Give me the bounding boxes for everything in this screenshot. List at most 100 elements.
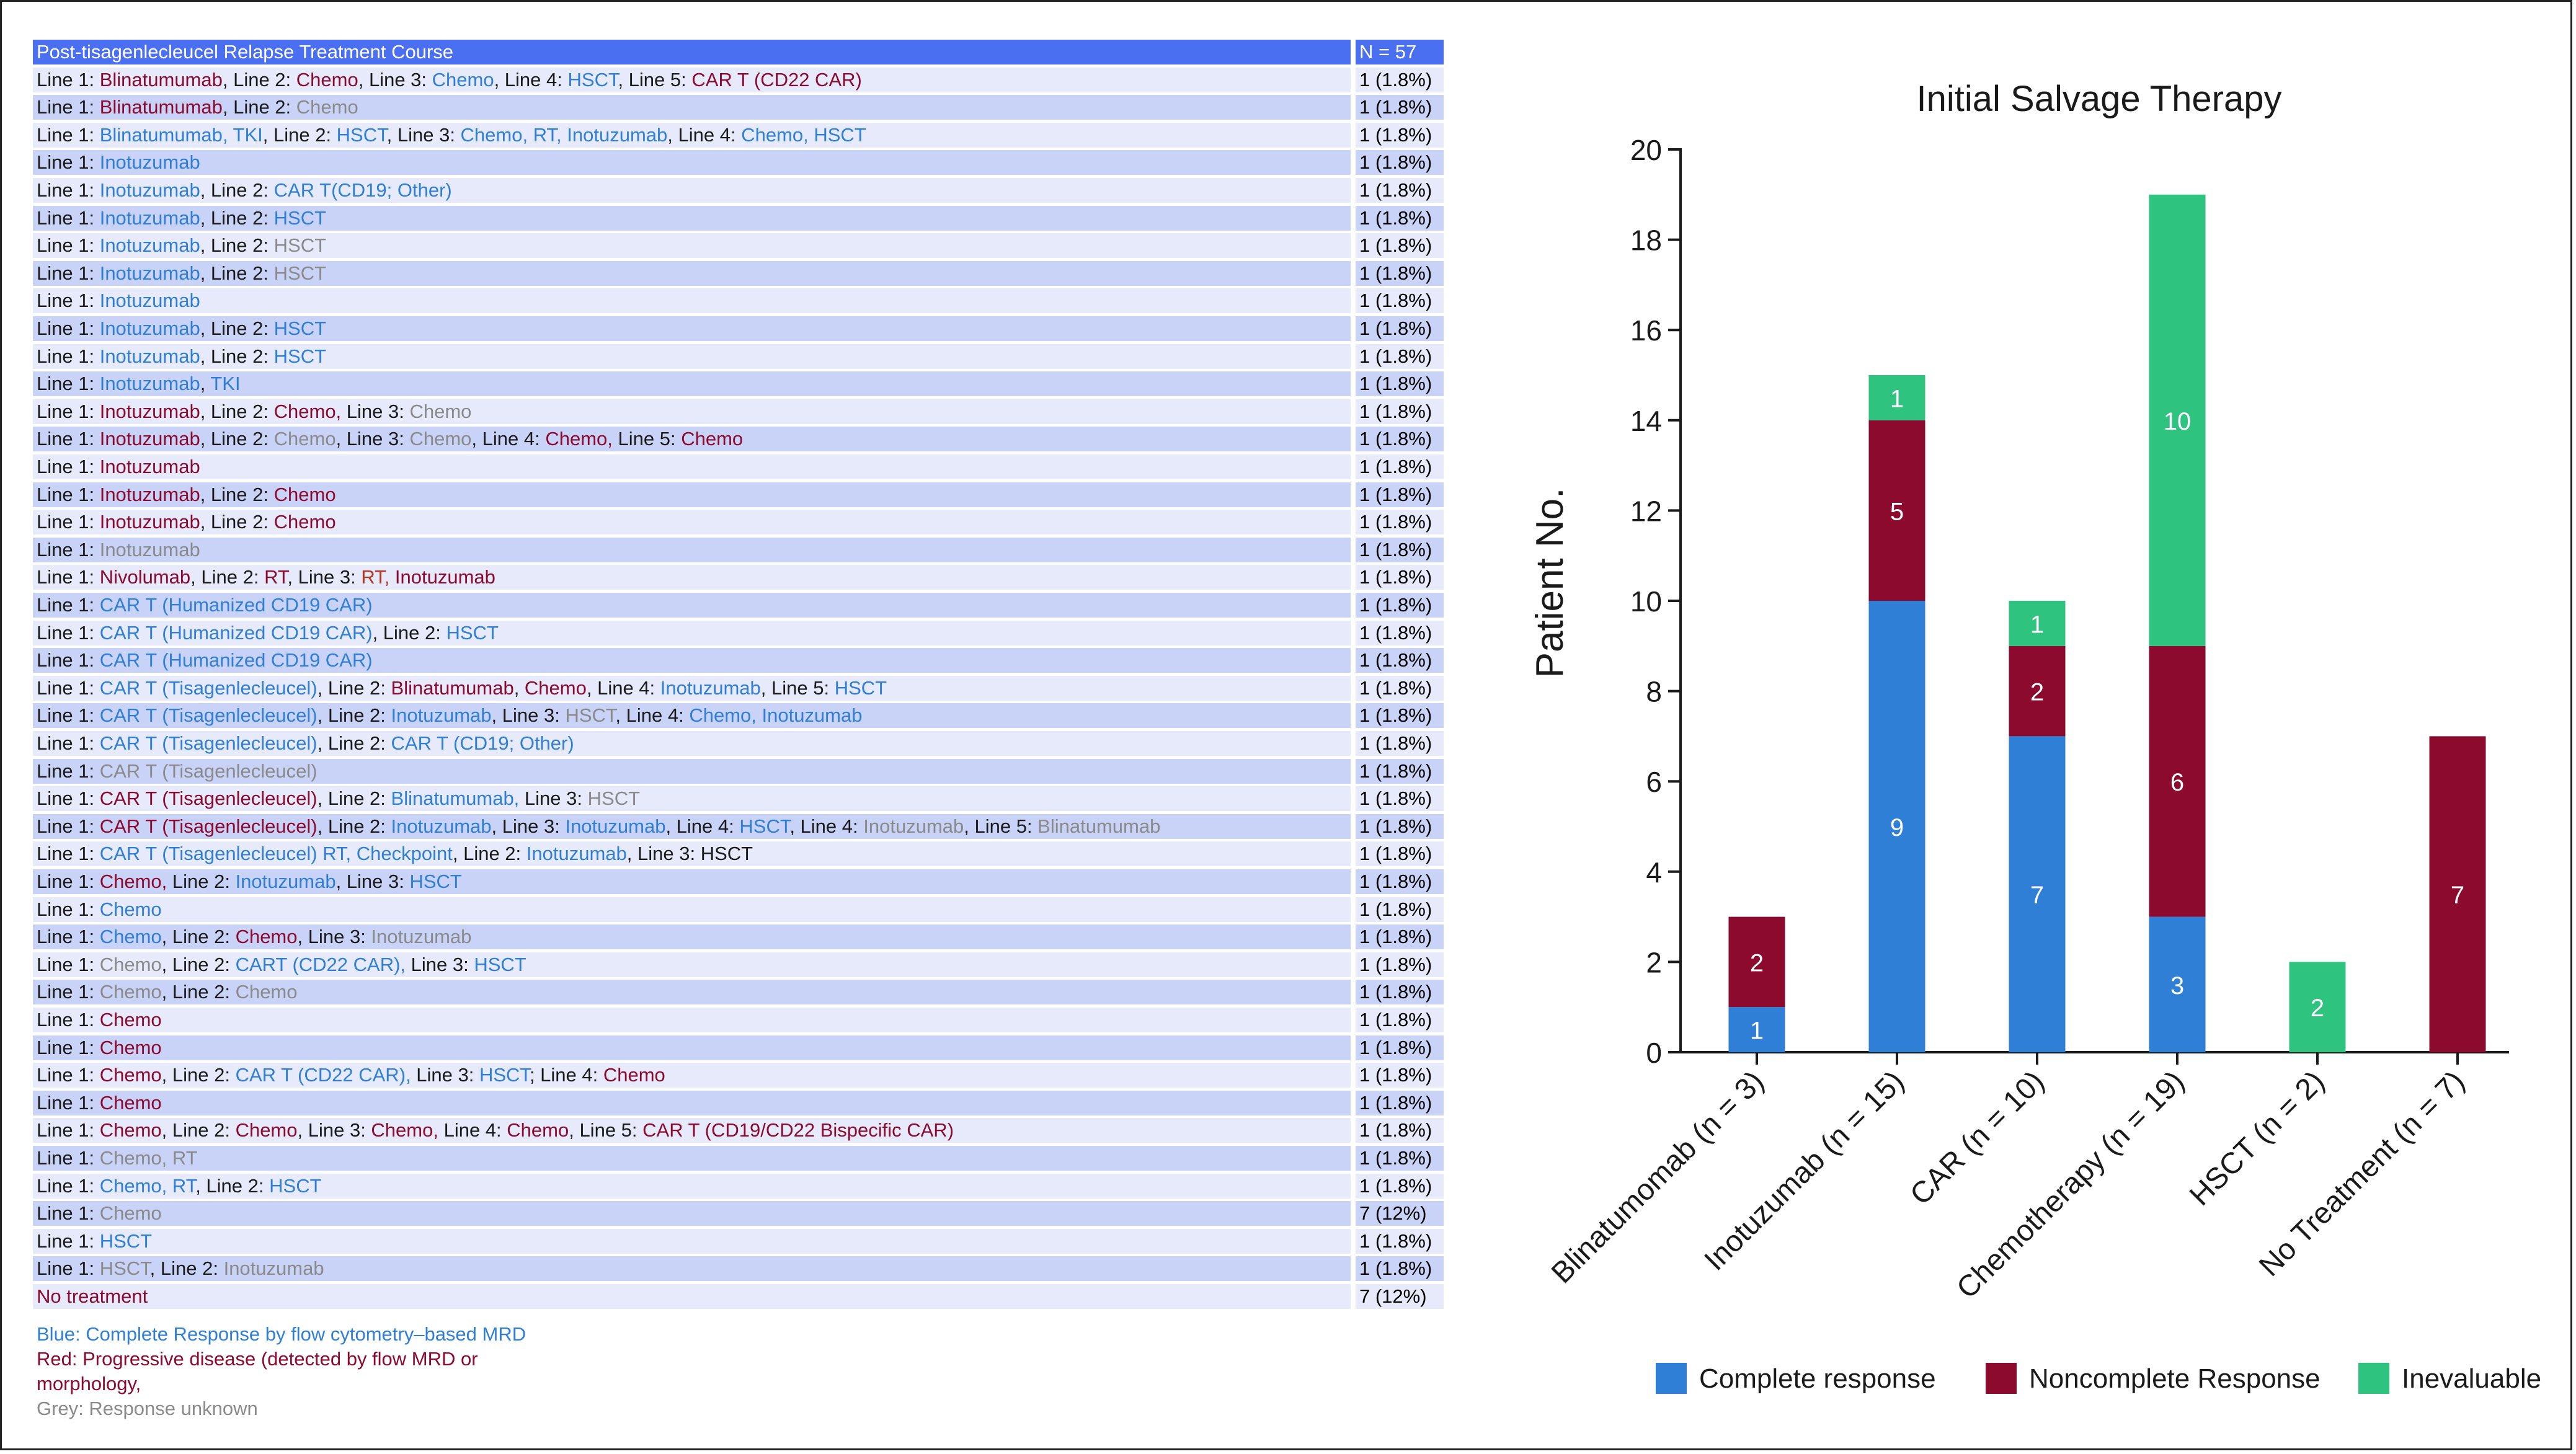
treatment-course-cell: Line 1: CAR T (Tisagenlecleucel) <box>33 758 1351 784</box>
course-segment: Blinatumumab, <box>391 787 520 810</box>
course-segment: Line 1: <box>37 456 100 477</box>
data-label: 1 <box>2030 611 2044 638</box>
course-segment: Chemo <box>603 1064 665 1086</box>
treatment-course-cell: Line 1: Inotuzumab <box>33 454 1351 479</box>
course-segment: Nivolumab <box>99 566 191 588</box>
treatment-course-cell: Line 1: CAR T (Tisagenlecleucel), Line 2… <box>33 731 1351 756</box>
count-cell: 1 (1.8%) <box>1356 344 1444 369</box>
course-segment: , Line 2: <box>161 953 236 975</box>
course-segment: Chemo <box>681 428 744 450</box>
legend-label: Inevaluable <box>2402 1363 2541 1394</box>
data-label: 3 <box>2170 972 2184 1000</box>
course-segment: CAR T (Tisagenlecleucel) <box>99 732 318 754</box>
course-segment: HSCT <box>273 262 327 284</box>
course-segment: Chemo <box>409 400 472 422</box>
table-row: Line 1: Nivolumab, Line 2: RT, Line 3: R… <box>33 565 1444 590</box>
course-segment: Line 4: <box>438 1119 507 1141</box>
x-tick-label: CAR (n = 10) <box>1904 1065 2050 1211</box>
course-segment: Line 1: <box>37 787 100 810</box>
course-segment: HSCT <box>273 206 327 229</box>
course-segment: CAR T (Tisagenlecleucel) <box>99 787 318 810</box>
treatment-course-cell: Line 1: Inotuzumab <box>33 288 1351 314</box>
course-segment: Inotuzumab <box>99 428 200 450</box>
course-segment: , Line 2: <box>200 206 274 229</box>
course-segment: Line 1: <box>37 179 100 201</box>
table-row: Line 1: CAR T (Tisagenlecleucel), Line 2… <box>33 813 1444 839</box>
count-cell: 1 (1.8%) <box>1356 122 1444 148</box>
count-cell: 1 (1.8%) <box>1356 924 1444 950</box>
course-segment: Inotuzumab <box>391 704 492 727</box>
course-segment: , Line 4: <box>615 704 690 727</box>
count-cell: 1 (1.8%) <box>1356 1035 1444 1060</box>
course-segment: , Line 2: <box>190 566 265 588</box>
course-segment: Chemo <box>99 953 162 975</box>
treatment-course-cell: Line 1: Chemo, Line 2: Chemo, Line 3: Ch… <box>33 1118 1351 1143</box>
course-segment: Line 1: <box>37 373 100 395</box>
course-segment: CAR T (CD19/CD22 Bispecific CAR) <box>642 1119 954 1141</box>
course-segment: Line 1: <box>37 234 100 257</box>
course-segment: , Line 3: <box>358 68 432 91</box>
course-segment: Chemo, RT, Inotuzumab <box>460 123 668 146</box>
y-axis-label: Patient No. <box>1529 488 1571 678</box>
course-segment: Line 1: <box>37 538 100 561</box>
course-segment: , Line 4: <box>586 676 660 699</box>
course-segment: Line 1: <box>37 871 100 892</box>
course-segment: Line 1: <box>37 566 100 588</box>
course-segment: Chemo <box>99 1036 162 1058</box>
course-segment: , Line 2: <box>452 843 526 865</box>
count-cell: 1 (1.8%) <box>1356 1008 1444 1032</box>
treatment-course-cell: Line 1: Inotuzumab, Line 2: CAR T(CD19; … <box>33 178 1351 203</box>
table-row: Line 1: Inotuzumab, Line 2: HSCT 1 (1.8%) <box>33 260 1444 286</box>
count-cell: 1 (1.8%) <box>1356 399 1444 424</box>
course-segment: Chemo, <box>273 400 342 422</box>
treatment-course-cell: Line 1: Inotuzumab, Line 2: HSCT <box>33 233 1351 259</box>
count-cell: 1 (1.8%) <box>1356 786 1444 812</box>
course-segment: Inotuzumab <box>371 926 472 948</box>
course-segment: Inotuzumab <box>391 815 492 837</box>
course-segment: Chemo <box>507 1119 569 1141</box>
course-segment: Blinatumumab, TKI <box>99 123 263 146</box>
count-cell: 1 (1.8%) <box>1356 288 1444 314</box>
treatment-course-cell: Line 1: Chemo, RT, Line 2: HSCT <box>33 1173 1351 1199</box>
y-tick-label: 4 <box>1646 856 1662 889</box>
course-segment: , Line 2: <box>200 345 274 367</box>
course-segment: , Line 3: <box>491 704 566 727</box>
course-segment: Chemo <box>409 428 472 450</box>
course-segment: Line 3: <box>406 953 474 975</box>
treatment-course-cell: Line 1: CAR T (Humanized CD19 CAR) <box>33 648 1351 673</box>
table-row: Line 1: CAR T (Humanized CD19 CAR) 1 (1.8… <box>33 593 1444 618</box>
color-key-line: Grey: Response unknown <box>37 1397 258 1419</box>
course-segment: Line 1: <box>37 428 100 450</box>
course-segment: , Line 3: <box>297 926 371 948</box>
treatment-course-cell: Line 1: HSCT, Line 2: Inotuzumab <box>33 1256 1351 1282</box>
course-segment: Line 1: <box>37 1202 100 1225</box>
count-cell: 1 (1.8%) <box>1356 1256 1444 1282</box>
course-segment: , Line 4: <box>665 815 740 837</box>
course-segment: Line 1: <box>37 981 100 1003</box>
y-tick-label: 2 <box>1646 946 1662 978</box>
treatment-course-cell: Line 1: Inotuzumab, Line 2: Chemo, Line … <box>33 427 1351 452</box>
course-segment: Chemo <box>99 1119 162 1141</box>
table-row: Line 1: CAR T (Tisagenlecleucel), Line 2… <box>33 731 1444 756</box>
table-row: Line 1: Chemo 1 (1.8%) <box>33 1090 1444 1115</box>
course-segment: , Line 2: <box>262 123 337 146</box>
course-segment: Inotuzumab <box>99 483 200 505</box>
legend-label: Noncomplete Response <box>2029 1363 2321 1394</box>
count-cell: 1 (1.8%) <box>1356 841 1444 867</box>
table-row: Line 1: Inotuzumab, Line 2: Chemo, Line … <box>33 399 1444 424</box>
table-row: Line 1: Chemo 1 (1.8%) <box>33 1008 1444 1032</box>
course-segment: Line 1: <box>37 1036 100 1058</box>
course-segment: Inotuzumab <box>389 566 495 588</box>
table-row: Line 1: Chemo, RT 1 (1.8%) <box>33 1146 1444 1171</box>
table-row: Line 1: Chemo, Line 2: Chemo 1 (1.8%) <box>33 980 1444 1005</box>
data-label: 7 <box>2030 882 2044 909</box>
treatment-course-cell: Line 1: CAR T (Tisagenlecleucel) RT, Che… <box>33 841 1351 867</box>
course-segment: HSCT <box>273 345 327 367</box>
course-segment: Line 1: <box>37 345 100 367</box>
count-cell: 1 (1.8%) <box>1356 593 1444 618</box>
course-segment: , Line 2: <box>317 732 391 754</box>
course-segment: , Line 2: <box>317 676 391 699</box>
course-segment: Inotuzumab <box>99 345 200 367</box>
data-label: 5 <box>1890 498 1904 525</box>
course-segment: , Line 2: <box>149 1257 224 1280</box>
